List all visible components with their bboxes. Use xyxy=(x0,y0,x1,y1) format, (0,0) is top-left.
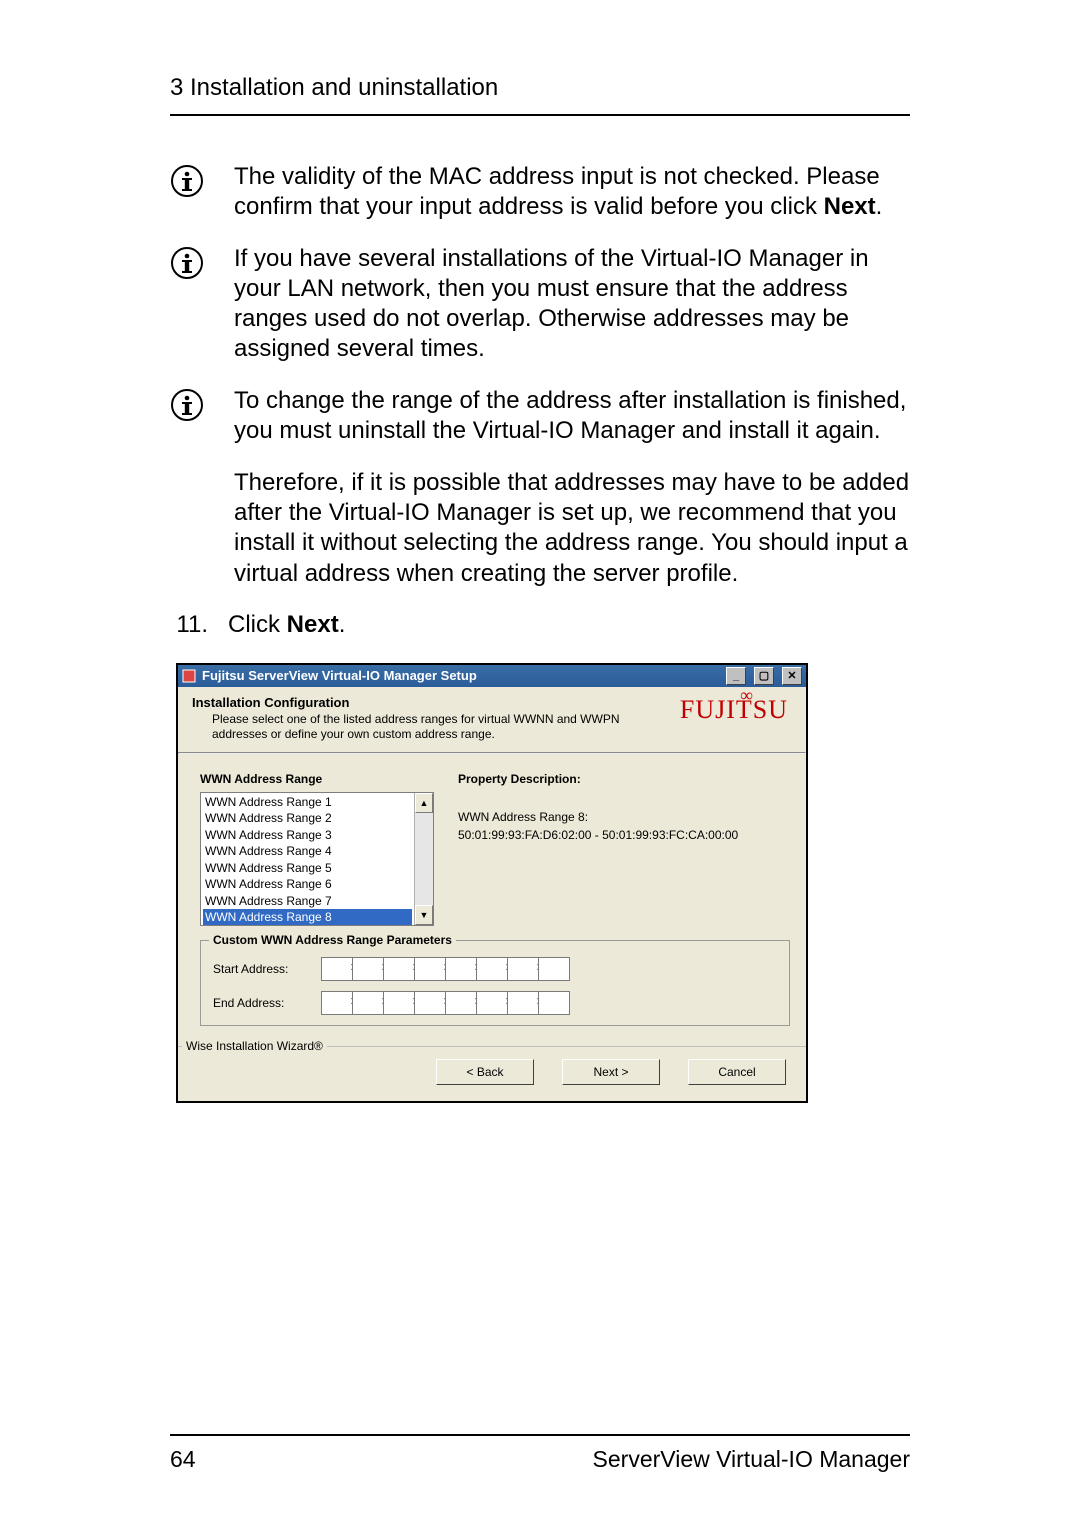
titlebar[interactable]: Fujitsu ServerView Virtual-IO Manager Se… xyxy=(178,665,806,687)
fujitsu-logo: ∞FUJITSU xyxy=(680,695,792,725)
note-text: The validity of the MAC address input is… xyxy=(234,162,910,222)
end-address-label: End Address: xyxy=(213,996,305,1010)
start-address-input[interactable] xyxy=(321,957,570,981)
bold: Next xyxy=(824,193,876,220)
list-item[interactable]: WWN Address Range 5 xyxy=(203,860,412,877)
note-3: To change the range of the address after… xyxy=(170,386,910,446)
minimize-button[interactable]: _ xyxy=(726,667,746,685)
note-text: If you have several installations of the… xyxy=(234,244,910,364)
cancel-button[interactable]: Cancel xyxy=(688,1059,786,1085)
scrollbar[interactable]: ▲ ▼ xyxy=(414,793,433,925)
fieldset-legend: Custom WWN Address Range Parameters xyxy=(209,933,456,947)
step-text: Click Next. xyxy=(228,611,345,639)
app-icon xyxy=(182,669,196,683)
selected-range-title: WWN Address Range 8: xyxy=(458,810,790,824)
installer-window: Fujitsu ServerView Virtual-IO Manager Se… xyxy=(176,663,808,1103)
wise-label: Wise Installation Wizard® xyxy=(182,1039,327,1053)
list-item[interactable]: WWN Address Range 6 xyxy=(203,876,412,893)
bold: Next xyxy=(287,611,339,638)
note-1: The validity of the MAC address input is… xyxy=(170,162,910,222)
list-item[interactable]: WWN Address Range 8 xyxy=(203,909,412,925)
back-button[interactable]: < Back xyxy=(436,1059,534,1085)
note-2: If you have several installations of the… xyxy=(170,244,910,364)
list-item[interactable]: WWN Address Range 2 xyxy=(203,810,412,827)
paragraph: Therefore, if it is possible that addres… xyxy=(234,468,910,589)
divider xyxy=(170,1434,910,1436)
product-name: ServerView Virtual-IO Manager xyxy=(593,1446,910,1473)
next-button[interactable]: Next > xyxy=(562,1059,660,1085)
scroll-up-icon[interactable]: ▲ xyxy=(415,793,433,813)
window-title: Fujitsu ServerView Virtual-IO Manager Se… xyxy=(202,668,477,683)
info-icon xyxy=(170,388,204,446)
close-button[interactable]: ✕ xyxy=(782,667,802,685)
divider xyxy=(170,114,910,116)
install-header: Installation Configuration Please select… xyxy=(178,687,806,752)
note-text: To change the range of the address after… xyxy=(234,386,910,446)
list-item[interactable]: WWN Address Range 1 xyxy=(203,794,412,811)
selected-range-value: 50:01:99:93:FA:D6:02:00 - 50:01:99:93:FC… xyxy=(458,828,790,842)
start-address-label: Start Address: xyxy=(213,962,305,976)
maximize-button[interactable]: ▢ xyxy=(754,667,774,685)
section-title: 3 Installation and uninstallation xyxy=(170,74,910,102)
wwn-range-label: WWN Address Range xyxy=(200,772,434,786)
scroll-down-icon[interactable]: ▼ xyxy=(415,905,433,925)
step-number: 11. xyxy=(170,611,208,639)
page-number: 64 xyxy=(170,1446,196,1473)
page-footer: 64 ServerView Virtual-IO Manager xyxy=(170,1434,910,1473)
text: The validity of the MAC address input is… xyxy=(234,163,880,220)
list-item[interactable]: WWN Address Range 4 xyxy=(203,843,412,860)
text: . xyxy=(876,193,883,220)
info-icon xyxy=(170,246,204,364)
wise-label-row: Wise Installation Wizard® < Back Next > … xyxy=(178,1046,806,1101)
text: . xyxy=(339,611,346,638)
install-heading: Installation Configuration xyxy=(192,695,680,710)
list-item[interactable]: WWN Address Range 3 xyxy=(203,827,412,844)
end-address-input[interactable] xyxy=(321,991,570,1015)
list-item[interactable]: WWN Address Range 7 xyxy=(203,893,412,910)
wwn-range-listbox[interactable]: WWN Address Range 1WWN Address Range 2WW… xyxy=(200,792,434,926)
text: Click xyxy=(228,611,287,638)
property-desc-label: Property Description: xyxy=(458,772,790,786)
info-icon xyxy=(170,164,204,222)
step-11: 11. Click Next. xyxy=(170,611,910,639)
custom-range-fieldset: Custom WWN Address Range Parameters Star… xyxy=(200,940,790,1026)
install-subtext: Please select one of the listed address … xyxy=(192,710,632,742)
